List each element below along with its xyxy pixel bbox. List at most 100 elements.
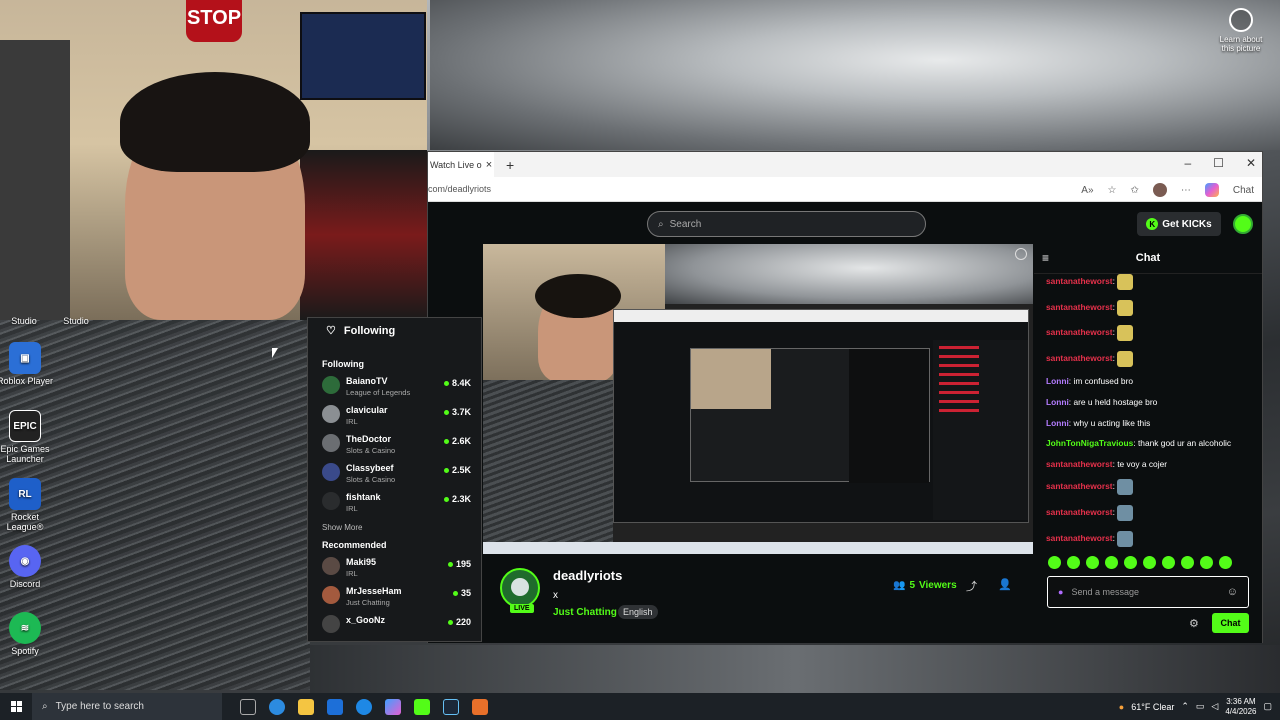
chat-username[interactable]: santanatheworst bbox=[1046, 482, 1113, 492]
sidebar-item-viewers: 8.4K bbox=[443, 378, 471, 388]
channel-avatar bbox=[322, 615, 340, 633]
chat-settings-icon[interactable]: ⚙ bbox=[1189, 617, 1199, 630]
chat-username[interactable]: santanatheworst bbox=[1046, 276, 1113, 286]
follow-user-icon[interactable]: 👤 bbox=[998, 578, 1012, 591]
weather-text[interactable]: 61°F Clear bbox=[1131, 702, 1174, 712]
chevron-up-icon[interactable]: ⌃ bbox=[1181, 701, 1189, 712]
sidebar-item[interactable]: TheDoctor Slots & Casino 2.6K bbox=[322, 434, 481, 463]
edge-icon[interactable] bbox=[269, 698, 285, 715]
maximize-icon[interactable]: ☐ bbox=[1213, 156, 1224, 170]
chat-text: im confused bro bbox=[1073, 376, 1134, 387]
chat-message: santanatheworst: bbox=[1046, 299, 1256, 316]
sidebar-item[interactable]: Classybeef Slots & Casino 2.5K bbox=[322, 463, 481, 492]
desktop-icon-discord[interactable]: ◉ Discord bbox=[0, 545, 55, 589]
chat-username[interactable]: santanatheworst bbox=[1046, 302, 1113, 312]
sidebar-item[interactable]: x_GooNz 220 bbox=[322, 615, 481, 644]
kick-app-icon[interactable] bbox=[414, 698, 430, 715]
chat-username[interactable]: Lonni bbox=[1046, 397, 1069, 407]
player-nested-browser bbox=[613, 309, 1029, 523]
chat-message: JohnTonNigaTravious: thank god ur an alc… bbox=[1046, 438, 1232, 449]
taskbar-search[interactable]: ⌕ Type here to search bbox=[32, 693, 222, 720]
chat-message-input[interactable]: ● Send a message ☺ bbox=[1047, 576, 1249, 608]
store-icon[interactable] bbox=[327, 698, 343, 715]
close-window-icon[interactable]: ✕ bbox=[1246, 156, 1256, 170]
read-aloud-icon[interactable]: A» bbox=[1081, 185, 1093, 196]
chat-username[interactable]: santanatheworst bbox=[1046, 459, 1113, 469]
task-view-icon[interactable] bbox=[240, 698, 256, 715]
close-tab-icon[interactable]: × bbox=[486, 159, 492, 171]
sidebar-item[interactable]: clavicular IRL 3.7K bbox=[322, 405, 481, 434]
tab-kick[interactable]: Watch Live o × bbox=[428, 152, 494, 177]
get-kicks-button[interactable]: K Get KICKs bbox=[1137, 212, 1221, 236]
profile-avatar[interactable] bbox=[1152, 183, 1167, 197]
sidebar-item-name: x_GooNz bbox=[346, 615, 386, 625]
chat-message: santanatheworst: bbox=[1046, 350, 1256, 367]
stream-category[interactable]: Just Chatting bbox=[553, 607, 617, 618]
channel-name[interactable]: deadlyriots bbox=[553, 568, 622, 583]
sidebar-item[interactable]: fishtank IRL 2.3K bbox=[322, 492, 481, 521]
sidebar-item-viewers: 195 bbox=[447, 559, 471, 569]
chat-message: santanatheworst: bbox=[1046, 479, 1256, 496]
favorite-star-icon[interactable]: ☆ bbox=[1108, 185, 1117, 196]
sidebar-item-viewers: 2.6K bbox=[443, 436, 471, 446]
chat-username[interactable]: santanatheworst bbox=[1046, 507, 1113, 517]
new-tab-icon[interactable]: + bbox=[506, 157, 514, 173]
sidebar-item[interactable]: Maki95 IRL 195 bbox=[322, 557, 481, 586]
language-tag[interactable]: English bbox=[618, 605, 658, 619]
sidebar-item-category: IRL bbox=[346, 569, 358, 578]
obs-icon[interactable] bbox=[472, 698, 488, 715]
title-bar: Watch Live o × + – ☐ ✕ bbox=[428, 152, 1262, 177]
chat-username[interactable]: Lonni bbox=[1046, 418, 1069, 428]
chat-username[interactable]: santanatheworst bbox=[1046, 327, 1113, 337]
live-dot-icon bbox=[443, 496, 449, 502]
mic-icon[interactable]: ● bbox=[1058, 587, 1063, 597]
desktop-icon-roblox[interactable]: ▣ Roblox Player bbox=[0, 342, 55, 386]
copilot-chat-label[interactable]: Chat bbox=[1233, 185, 1254, 196]
emote-icon bbox=[1117, 274, 1134, 290]
live-dot-icon bbox=[452, 590, 458, 596]
sidebar-item-text: TheDoctor Slots & Casino bbox=[346, 434, 395, 455]
following-section-title: Following bbox=[322, 359, 364, 369]
chat-message: santanatheworst: te voy a cojer bbox=[1046, 458, 1168, 469]
chat-username[interactable]: santanatheworst bbox=[1046, 353, 1113, 363]
minimize-icon[interactable]: – bbox=[1184, 156, 1191, 170]
chat-text: why u acting like this bbox=[1073, 417, 1151, 428]
desktop-icon-rocket-league[interactable]: RL Rocket League® bbox=[0, 478, 55, 532]
chat-username[interactable]: Lonni bbox=[1046, 376, 1069, 386]
start-button[interactable] bbox=[0, 693, 32, 720]
emoji-icon[interactable]: ☺ bbox=[1227, 586, 1238, 598]
address-bar[interactable]: com/deadlyriots A» ☆ ✩ ⋯ Chat bbox=[428, 177, 1262, 202]
emote-bar[interactable] bbox=[1048, 556, 1232, 569]
chat-username[interactable]: JohnTonNigaTravious bbox=[1046, 438, 1133, 448]
chat-message: santanatheworst: bbox=[1046, 325, 1256, 342]
emote-icon bbox=[1117, 530, 1134, 547]
show-more-link[interactable]: Show More bbox=[322, 523, 481, 532]
user-avatar[interactable] bbox=[1233, 214, 1253, 234]
outlook-icon[interactable] bbox=[356, 698, 372, 715]
desktop-icon-spotify[interactable]: ≋ Spotify bbox=[0, 612, 55, 656]
sidebar-item[interactable]: BaianoTV League of Legends 8.4K bbox=[322, 376, 481, 405]
desktop-icon-studio-2[interactable]: Studio bbox=[46, 316, 106, 326]
chat-message: Lonni: why u acting like this bbox=[1046, 417, 1151, 428]
search-input[interactable]: ⌕ Search bbox=[647, 211, 926, 237]
video-player[interactable] bbox=[483, 244, 1033, 554]
network-icon[interactable]: ▭ bbox=[1196, 701, 1205, 712]
camera-icon bbox=[1229, 8, 1253, 32]
favorites-icon[interactable]: ✩ bbox=[1130, 185, 1138, 196]
channel-avatar bbox=[322, 434, 340, 452]
more-menu-icon[interactable]: ⋯ bbox=[1181, 185, 1191, 196]
desktop-icon-epic[interactable]: EPIC Epic Games Launcher bbox=[0, 410, 55, 464]
copilot-taskbar-icon[interactable] bbox=[385, 698, 401, 715]
share-icon[interactable]: ⤴ bbox=[966, 578, 977, 594]
steam-icon[interactable] bbox=[443, 698, 459, 715]
volume-icon[interactable]: ◁ bbox=[1211, 701, 1218, 712]
channel-avatar[interactable] bbox=[500, 568, 540, 608]
clock[interactable]: 3:36 AM 4/4/2026 bbox=[1225, 697, 1256, 717]
chat-username[interactable]: santanatheworst bbox=[1046, 533, 1113, 543]
learn-about-picture[interactable]: Learn about this picture bbox=[1214, 8, 1268, 53]
notification-icon[interactable]: ▢ bbox=[1263, 701, 1272, 712]
chat-send-button[interactable]: Chat bbox=[1212, 613, 1249, 633]
sidebar-item[interactable]: MrJesseHam Just Chatting 35 bbox=[322, 586, 481, 615]
file-explorer-icon[interactable] bbox=[298, 698, 314, 715]
copilot-icon[interactable] bbox=[1204, 183, 1219, 197]
